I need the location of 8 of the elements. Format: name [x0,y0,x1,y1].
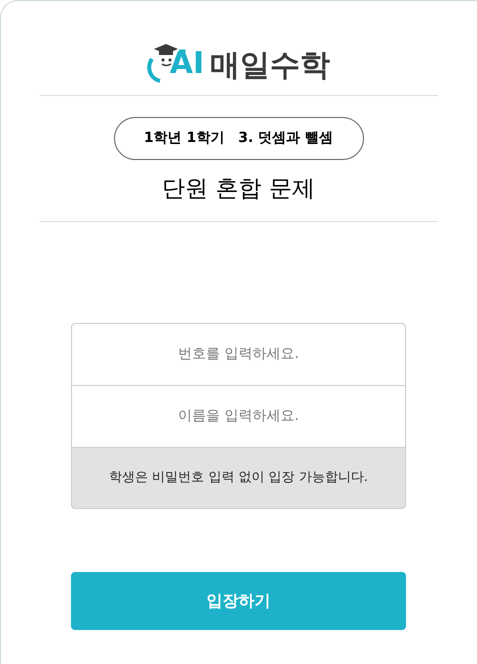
page-title: 단원 혼합 문제 [162,175,315,204]
logo-text: 매일수학 [210,51,330,81]
input-field[interactable]: 이름을 입력하세요. [71,384,406,446]
grade-label: 1학년 1학기 [144,129,224,148]
input-field[interactable]: 번호를 입력하세요. [71,322,406,384]
unit-label: 3. 덧셈과 뺄셈 [238,129,334,148]
enter-button[interactable]: 입장하기 [71,572,406,630]
notice-text: 학생은 비밀번호 입력 없이 입장 가능합니다. [71,446,406,508]
